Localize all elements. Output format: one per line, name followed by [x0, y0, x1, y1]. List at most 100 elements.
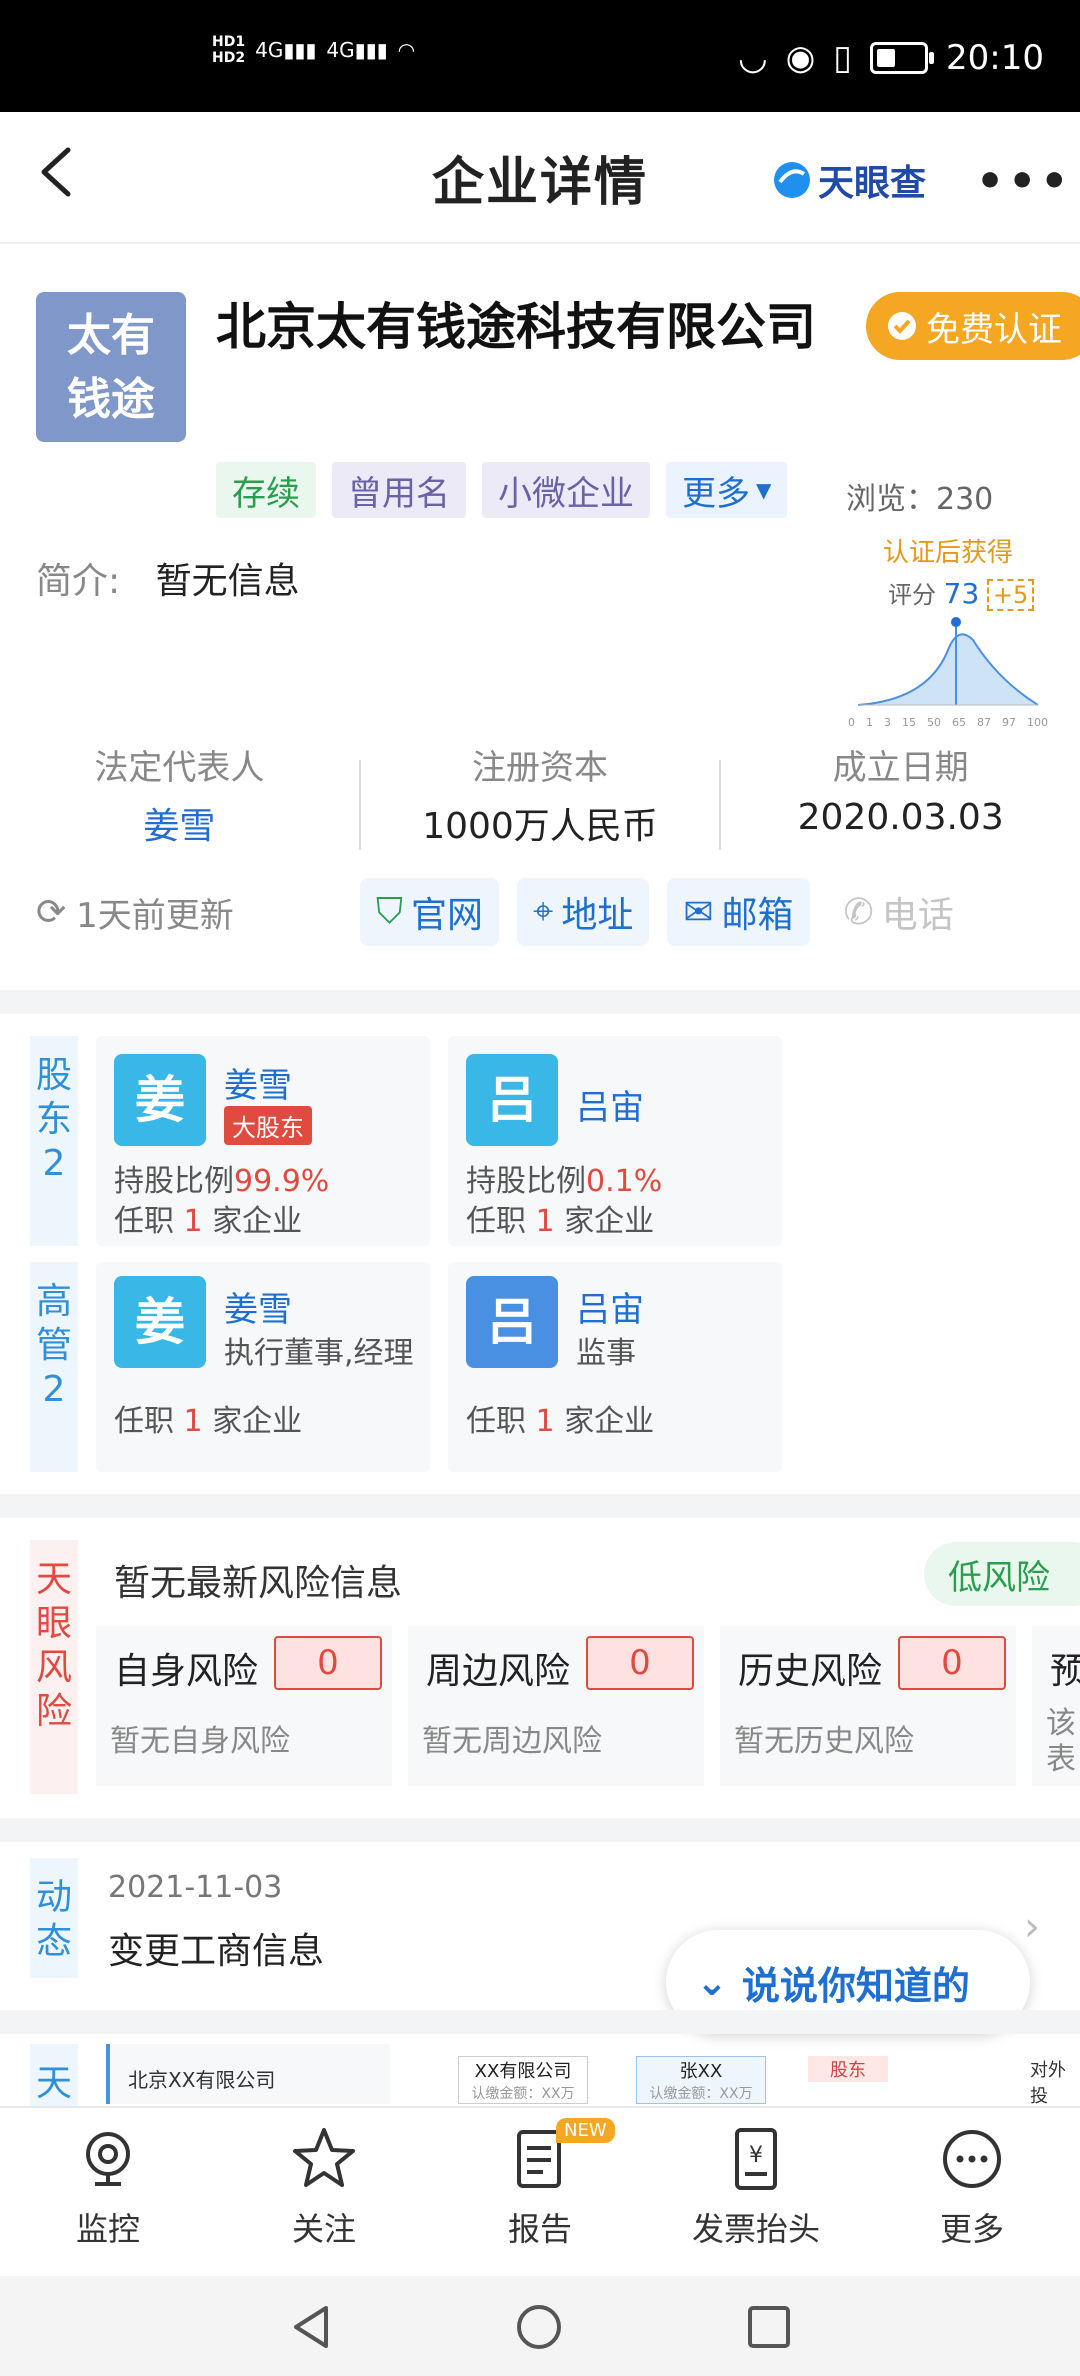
- monitor-icon: [86, 2132, 130, 2186]
- executive-card[interactable]: 姜 姜雪 执行董事,经理 任职 1 家企业: [96, 1262, 430, 1472]
- tag-more-button[interactable]: 更多 ▼: [666, 462, 788, 518]
- nav-report[interactable]: NEW 报告: [432, 2108, 648, 2278]
- executive-role: 监事: [576, 1336, 636, 1371]
- risk-card-self[interactable]: 自身风险 0 暂无自身风险: [96, 1626, 392, 1786]
- risk-title: 周边风险: [426, 1651, 571, 1692]
- job-count: 1: [183, 1204, 203, 1239]
- bottom-navigation: 监控 关注 NEW 报告 ¥ 发票抬头 更多: [0, 2106, 1080, 2278]
- system-back-icon[interactable]: [286, 2302, 336, 2352]
- tag-former-name[interactable]: 曾用名: [332, 462, 466, 518]
- tab-char: 险: [35, 1691, 72, 1732]
- free-certification-button[interactable]: 免费认证: [866, 292, 1080, 360]
- intro-text: 暂无信息: [155, 561, 300, 602]
- vibrate-icon: ▯: [833, 38, 853, 78]
- website-button[interactable]: ⛉ 官网: [360, 878, 500, 946]
- shareholders-tab[interactable]: 股 东 2: [30, 1036, 78, 1246]
- shareholder-card[interactable]: 姜 姜雪 大股东 持股比例99.9% 任职 1 家企业: [96, 1036, 430, 1246]
- job-suffix: 家企业: [564, 1404, 655, 1439]
- ratio-label: 持股比例: [466, 1164, 586, 1199]
- wifi-icon: ◠: [397, 38, 416, 62]
- ratio-label: 持股比例: [114, 1164, 234, 1199]
- stat-value: 1000万人民币: [422, 806, 658, 847]
- email-button[interactable]: ✉ 邮箱: [667, 878, 810, 946]
- tab-char: 态: [35, 1921, 72, 1962]
- score-label: 评分: [888, 581, 936, 609]
- graph-node-sub: 认缴金额：XX万: [471, 2086, 575, 2102]
- graph-node-title: 张XX: [679, 2061, 723, 2082]
- tick: 100: [1027, 716, 1048, 729]
- company-tags: 存续 曾用名 小微企业 更多 ▼: [216, 462, 788, 518]
- risk-card-surrounding[interactable]: 周边风险 0 暂无周边风险: [408, 1626, 704, 1786]
- job-count: 1: [535, 1204, 555, 1239]
- update-info: ⟳ 1天前更新: [36, 888, 234, 937]
- nav-monitor[interactable]: 监控: [0, 2108, 216, 2278]
- more-menu-icon[interactable]: •••: [976, 156, 1072, 207]
- relationship-graph-preview[interactable]: 天 北京XX有限公司 XX有限公司 认缴金额：XX万 张XX 认缴金额：XX万 …: [0, 2034, 1080, 2106]
- positions-count: 任职 1 家企业: [114, 1396, 302, 1440]
- stat-legal-rep[interactable]: 法定代表人 姜雪: [0, 740, 359, 850]
- dynamics-date: 2021-11-03: [108, 1870, 283, 1905]
- website-label: 官网: [411, 895, 484, 936]
- nav-more[interactable]: 更多: [864, 2108, 1080, 2278]
- tianyancha-logo-icon: [774, 162, 810, 198]
- tab-char: 东: [35, 1099, 72, 1140]
- graph-tab[interactable]: 天: [30, 2044, 78, 2106]
- company-logo: 太有 钱途: [36, 292, 186, 442]
- graph-company-label: 北京XX有限公司: [128, 2068, 276, 2092]
- avatar: 姜: [114, 1276, 206, 1368]
- score-distribution-chart: [857, 617, 1039, 706]
- graph-node-tag: 对外投: [1030, 2060, 1066, 2106]
- nav-follow[interactable]: 关注: [216, 2108, 432, 2278]
- risk-count: 0: [898, 1636, 1006, 1690]
- executive-name[interactable]: 吕宙: [576, 1282, 644, 1331]
- tag-status[interactable]: 存续: [216, 462, 316, 518]
- risk-title: 历史风险: [738, 1651, 883, 1692]
- dynamics-tab[interactable]: 动 态: [30, 1858, 78, 1978]
- tag-small-business[interactable]: 小微企业: [482, 462, 650, 518]
- logo-text-2: 钱途: [67, 374, 155, 425]
- tick: 15: [902, 716, 916, 729]
- shareholder-card[interactable]: 吕 吕宙 持股比例0.1% 任职 1 家企业: [448, 1036, 782, 1246]
- view-count: 浏览：230: [846, 474, 993, 518]
- tick: 65: [952, 716, 966, 729]
- risk-level-badge[interactable]: 低风险: [924, 1542, 1080, 1606]
- dynamics-text[interactable]: 变更工商信息: [108, 1922, 324, 1974]
- address-button[interactable]: ⌖ 地址: [517, 878, 650, 946]
- signal-icon: 4G▮▮▮: [255, 38, 317, 62]
- executive-role: 执行董事,经理: [224, 1336, 414, 1371]
- refresh-icon: ⟳: [36, 892, 67, 933]
- stat-label: 法定代表人: [94, 748, 265, 788]
- nav-invoice[interactable]: ¥ 发票抬头: [648, 2108, 864, 2278]
- headphone-icon: ◡: [737, 38, 768, 78]
- chevron-right-icon[interactable]: ›: [1024, 1904, 1040, 1950]
- eye-icon: ◉: [785, 38, 816, 78]
- executive-card[interactable]: 吕 吕宙 监事 任职 1 家企业: [448, 1262, 782, 1472]
- shareholder-name[interactable]: 姜雪: [224, 1058, 292, 1107]
- risk-count: 0: [586, 1636, 694, 1690]
- score-header: 认证后获得: [882, 538, 1013, 568]
- section-divider: [0, 1818, 1080, 1842]
- risk-card-history[interactable]: 历史风险 0 暂无历史风险: [720, 1626, 1016, 1786]
- hd-icon: HD1 HD2: [212, 34, 246, 66]
- score-widget[interactable]: 认证后获得 评分 73 +5 0 1 3 15 50 65 87 97 100: [848, 532, 1048, 729]
- shareholder-name[interactable]: 吕宙: [576, 1080, 644, 1129]
- key-stats: 法定代表人 姜雪 注册资本 1000万人民币 成立日期 2020.03.03: [0, 740, 1080, 850]
- views-value: 230: [936, 482, 994, 517]
- holding-ratio: 持股比例99.9%: [114, 1156, 329, 1200]
- executives-tab[interactable]: 高 管 2: [30, 1262, 78, 1472]
- risk-tab[interactable]: 天 眼 风 险: [30, 1540, 78, 1794]
- phone-icon: ✆: [843, 891, 874, 933]
- risk-card-partial[interactable]: 预 该 表人: [1032, 1626, 1080, 1786]
- svg-text:¥: ¥: [749, 2143, 763, 2168]
- system-navigation-bar: [0, 2276, 1080, 2376]
- avatar: 吕: [466, 1276, 558, 1368]
- system-recents-icon[interactable]: [744, 2302, 794, 2352]
- stat-value[interactable]: 姜雪: [0, 797, 359, 849]
- tab-char: 股: [35, 1055, 72, 1096]
- job-suffix: 家企业: [564, 1204, 655, 1239]
- executive-name[interactable]: 姜雪: [224, 1282, 292, 1331]
- score-bonus: +5: [986, 579, 1035, 611]
- views-label: 浏览：: [846, 482, 936, 517]
- major-shareholder-badge: 大股东: [224, 1106, 312, 1145]
- system-home-icon[interactable]: [514, 2302, 564, 2352]
